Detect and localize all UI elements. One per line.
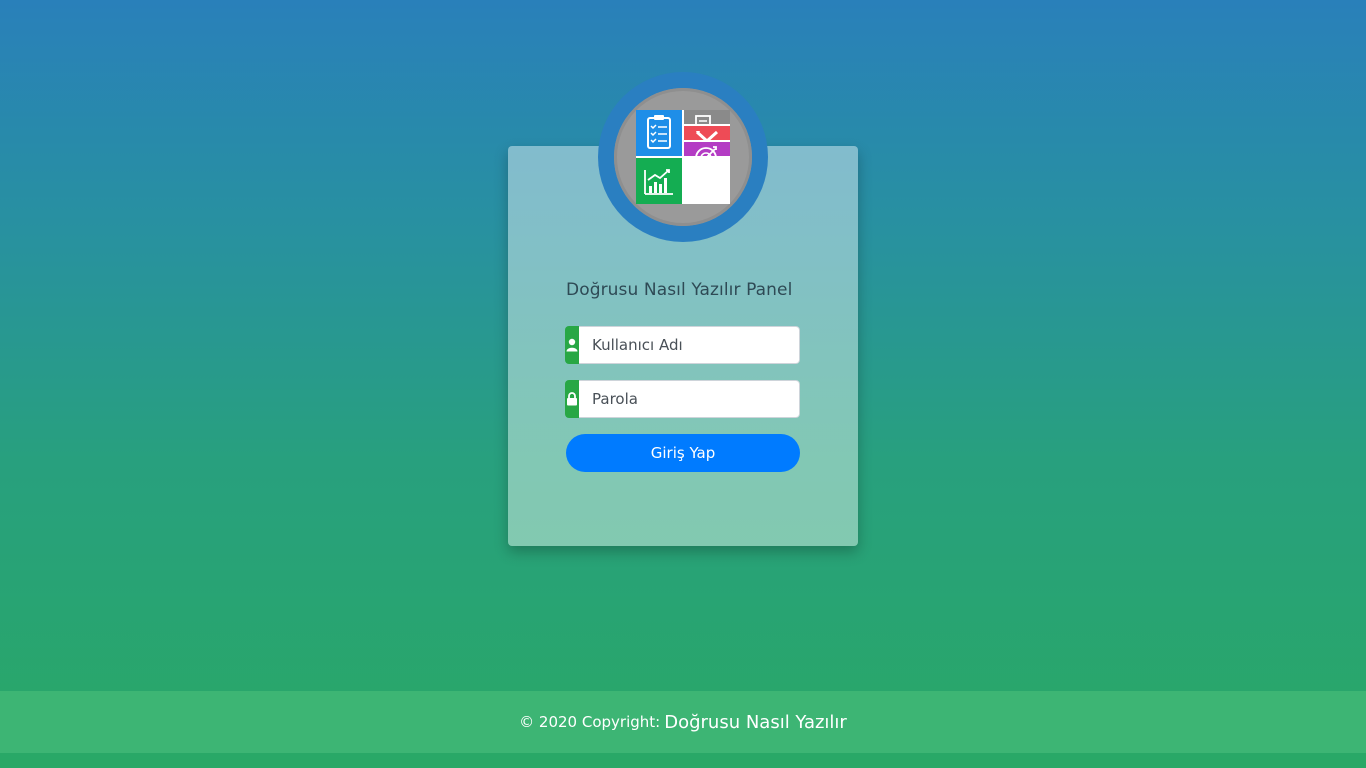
footer-brand: Doğrusu Nasıl Yazılır <box>664 711 847 733</box>
logo <box>598 72 768 242</box>
username-field <box>565 326 800 364</box>
logo-tiles <box>636 110 730 204</box>
username-input[interactable] <box>579 326 800 364</box>
footer: © 2020 Copyright: Doğrusu Nasıl Yazılır <box>0 691 1366 753</box>
growth-chart-icon <box>636 158 682 204</box>
document-search-icon <box>684 110 730 124</box>
target-icon <box>684 142 730 156</box>
user-icon <box>565 326 579 364</box>
footer-copyright: © 2020 Copyright: <box>519 713 661 731</box>
lock-icon <box>565 380 579 418</box>
ruler-pencil-icon <box>684 126 730 140</box>
password-field <box>565 380 800 418</box>
logo-right-column <box>684 110 730 156</box>
login-button[interactable]: Giriş Yap <box>566 434 800 472</box>
logo-circle <box>614 88 752 226</box>
clipboard-checklist-icon <box>636 110 682 156</box>
panel-title: Doğrusu Nasıl Yazılır Panel <box>566 280 793 300</box>
password-input[interactable] <box>579 380 800 418</box>
